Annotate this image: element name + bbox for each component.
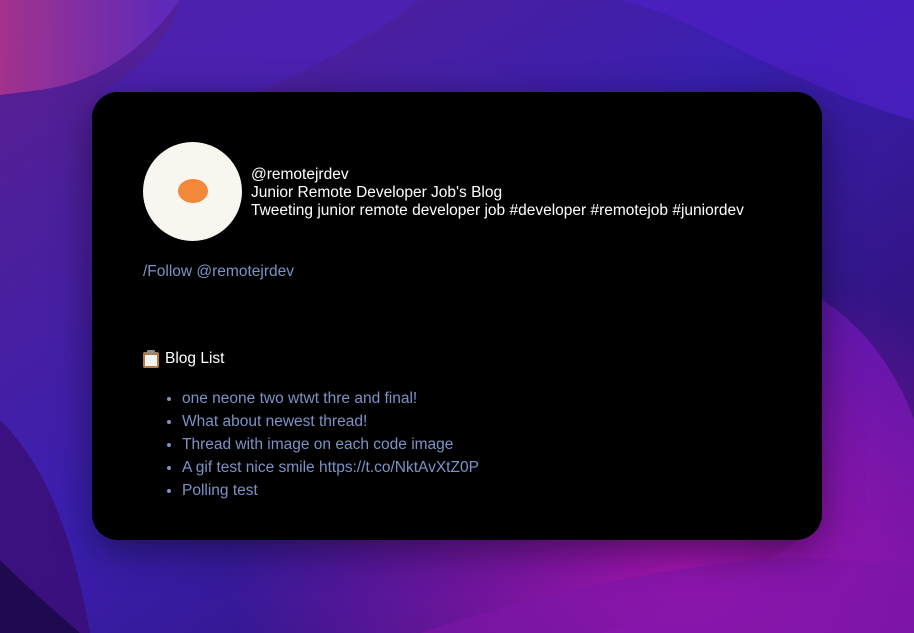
blog-post-link[interactable]: Thread with image on each code image [182,436,453,453]
clipboard-icon [143,350,159,368]
avatar [143,142,242,241]
list-item: Thread with image on each code image [182,433,479,456]
fried-egg-icon [178,179,208,203]
follow-link[interactable]: /Follow @remotejrdev [143,263,294,281]
list-item: A gif test nice smile https://t.co/NktAv… [182,456,479,479]
profile-info: @remotejrdev Junior Remote Developer Job… [251,166,744,220]
blog-title: Junior Remote Developer Job's Blog [251,184,503,201]
profile-bio: Tweeting junior remote developer job #de… [251,202,744,219]
profile-handle: @remotejrdev [251,166,349,183]
blog-post-link[interactable]: one neone two wtwt thre and final! [182,390,417,407]
blog-list: one neone two wtwt thre and final! What … [164,387,479,502]
blog-post-link[interactable]: A gif test nice smile https://t.co/NktAv… [182,459,479,476]
list-item: Polling test [182,479,479,502]
blog-post-link[interactable]: What about newest thread! [182,413,367,430]
blog-card: @remotejrdev Junior Remote Developer Job… [92,92,822,540]
blog-list-heading: Blog List [143,350,224,368]
list-item: one neone two wtwt thre and final! [182,387,479,410]
blog-list-heading-label: Blog List [165,350,225,367]
blog-post-link[interactable]: Polling test [182,482,258,499]
list-item: What about newest thread! [182,410,479,433]
